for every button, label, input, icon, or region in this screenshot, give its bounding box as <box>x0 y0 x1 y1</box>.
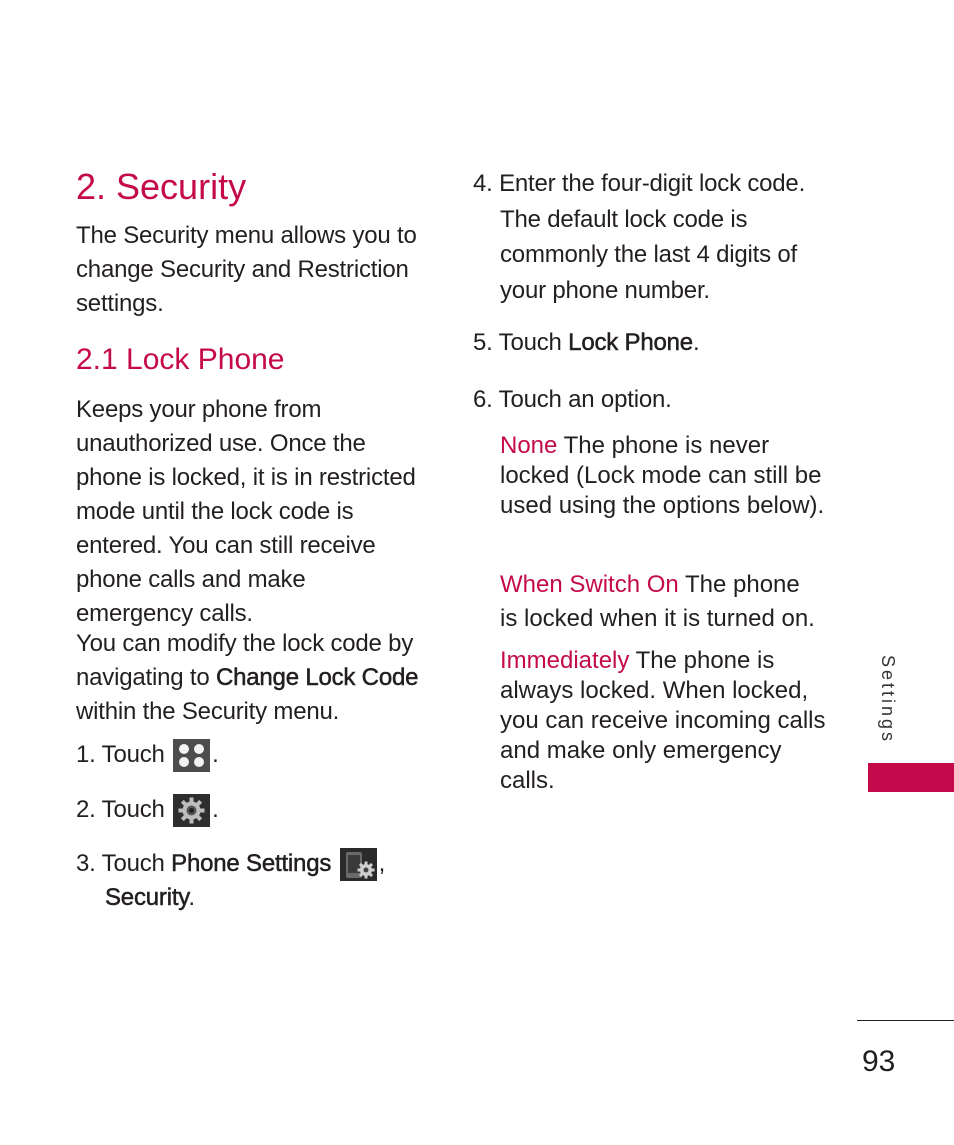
page-number: 93 <box>862 1045 896 1078</box>
step-1-text: 1. Touch <box>76 741 165 768</box>
option-name: When Switch On <box>500 571 679 598</box>
phone-settings-icon <box>339 848 377 882</box>
step-2: 2. Touch . <box>76 793 219 828</box>
step-5: 5. Touch Lock Phone. <box>473 326 700 360</box>
option-when-switch-on: When Switch On The phone is locked when … <box>500 568 820 636</box>
step-2-text: 2. Touch <box>76 796 165 823</box>
step-3-comma: , <box>378 850 386 877</box>
settings-gear-icon <box>173 794 211 828</box>
step-5-period: . <box>692 329 700 356</box>
step-3-text: 3. Touch <box>76 850 172 877</box>
step-6: 6. Touch an option. <box>473 386 672 413</box>
lock-phone-description: Keeps your phone from unauthorized use. … <box>76 396 416 627</box>
step-4-text: 4. Enter the four-digit lock code. <box>473 170 806 197</box>
step-4-detail: The default lock code is commonly the la… <box>500 205 798 304</box>
apps-grid-icon <box>173 739 211 773</box>
page-title: 2. Security <box>76 166 247 207</box>
section-title: 2.1 Lock Phone <box>76 343 285 376</box>
lock-phone-label: Lock Phone <box>568 329 693 357</box>
step-3-line-2: Security. <box>76 881 416 915</box>
change-lock-code-label: Change Lock Code <box>215 664 419 692</box>
section-tab-marker <box>868 763 954 792</box>
lock-code-note: You can modify the lock code by navigati… <box>76 627 426 729</box>
footer-rule <box>857 1020 954 1021</box>
lock-code-note-post: within the Security menu. <box>76 698 340 725</box>
step-1-period: . <box>212 741 219 768</box>
step-5-text: 5. Touch <box>473 329 569 356</box>
section-side-label-text: Settings <box>878 655 898 745</box>
step-4: 4. Enter the four-digit lock code. The d… <box>473 166 833 308</box>
step-2-period: . <box>212 796 219 823</box>
option-name: None <box>500 432 558 459</box>
section-side-label: Settings <box>872 655 900 755</box>
option-immediately: Immediately The phone is always locked. … <box>500 646 830 796</box>
step-1: 1. Touch . <box>76 738 219 773</box>
step-3-period: . <box>188 884 195 912</box>
phone-settings-label: Phone Settings <box>171 850 332 878</box>
option-name: Immediately <box>500 647 630 674</box>
option-none: None The phone is never locked (Lock mod… <box>500 431 830 521</box>
step-3: 3. Touch Phone Settings , Security. <box>76 847 416 915</box>
security-label: Security <box>105 884 189 912</box>
intro-paragraph: The Security menu allows you to change S… <box>76 222 417 317</box>
